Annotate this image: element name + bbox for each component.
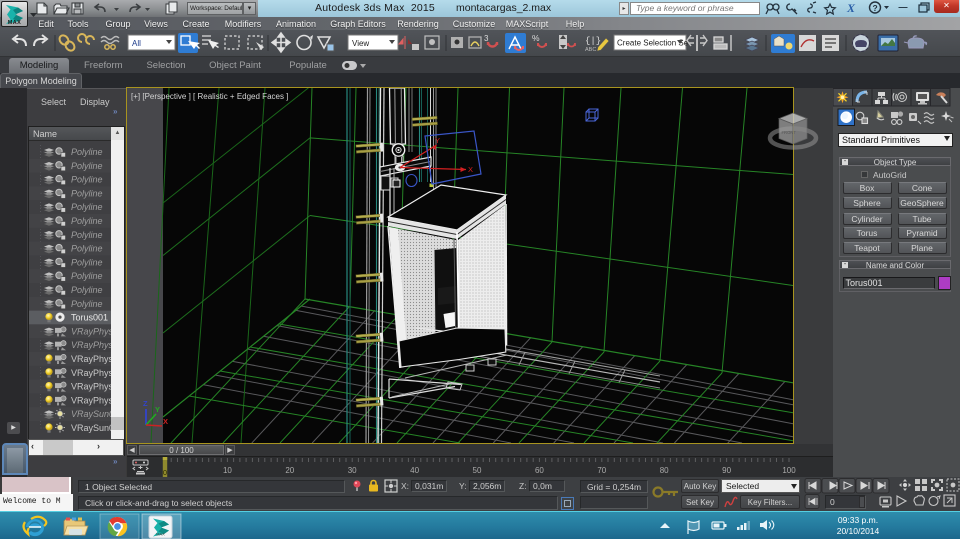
svg-text:X: X (846, 1, 856, 15)
svg-text:20: 20 (285, 466, 294, 475)
svg-text:Polyline: Polyline (71, 285, 103, 295)
svg-text:X: X (468, 165, 473, 174)
svg-text:Polyline: Polyline (71, 271, 103, 281)
svg-text:Polyline: Polyline (71, 244, 103, 254)
svg-text:90: 90 (722, 466, 731, 475)
svg-text:FRONT: FRONT (782, 130, 797, 135)
svg-text:?: ? (873, 3, 878, 13)
svg-text:ABC: ABC (585, 47, 596, 53)
svg-text:Polyline: Polyline (71, 188, 103, 198)
svg-text:X: X (163, 417, 168, 426)
svg-text:[+] [Perspective ] [ Realistic: [+] [Perspective ] [ Realistic + Edged F… (131, 92, 288, 101)
svg-text:View: View (352, 39, 369, 48)
svg-text:Z: Z (143, 399, 148, 408)
svg-text:%: % (532, 33, 540, 43)
svg-text:100: 100 (782, 466, 796, 475)
svg-text:60: 60 (535, 466, 544, 475)
svg-text:Polyline: Polyline (71, 216, 103, 226)
svg-text:0: 0 (163, 468, 167, 477)
svg-text:Y: Y (435, 136, 440, 145)
svg-text:Polyline: Polyline (71, 257, 103, 267)
svg-text:40: 40 (410, 466, 419, 475)
svg-text:Torus001: Torus001 (71, 313, 108, 323)
svg-text:Polyline: Polyline (71, 161, 103, 171)
svg-text:10: 10 (223, 466, 232, 475)
svg-text:70: 70 (597, 466, 606, 475)
svg-text:80: 80 (660, 466, 669, 475)
svg-text:Polyline: Polyline (71, 230, 103, 240)
svg-text:Polyline: Polyline (71, 299, 103, 309)
svg-text:Create Selection Se: Create Selection Se (617, 39, 689, 48)
svg-text:All: All (132, 39, 141, 48)
svg-text:50: 50 (473, 466, 482, 475)
svg-text:30: 30 (348, 466, 357, 475)
svg-text:Y: Y (155, 405, 160, 414)
svg-text:Polyline: Polyline (71, 175, 103, 185)
svg-text:{|}: {|} (585, 36, 601, 46)
svg-text:Polyline: Polyline (71, 147, 103, 157)
svg-text:Polyline: Polyline (71, 202, 103, 212)
svg-text:3: 3 (484, 34, 489, 43)
svg-text:MAX: MAX (156, 532, 165, 537)
